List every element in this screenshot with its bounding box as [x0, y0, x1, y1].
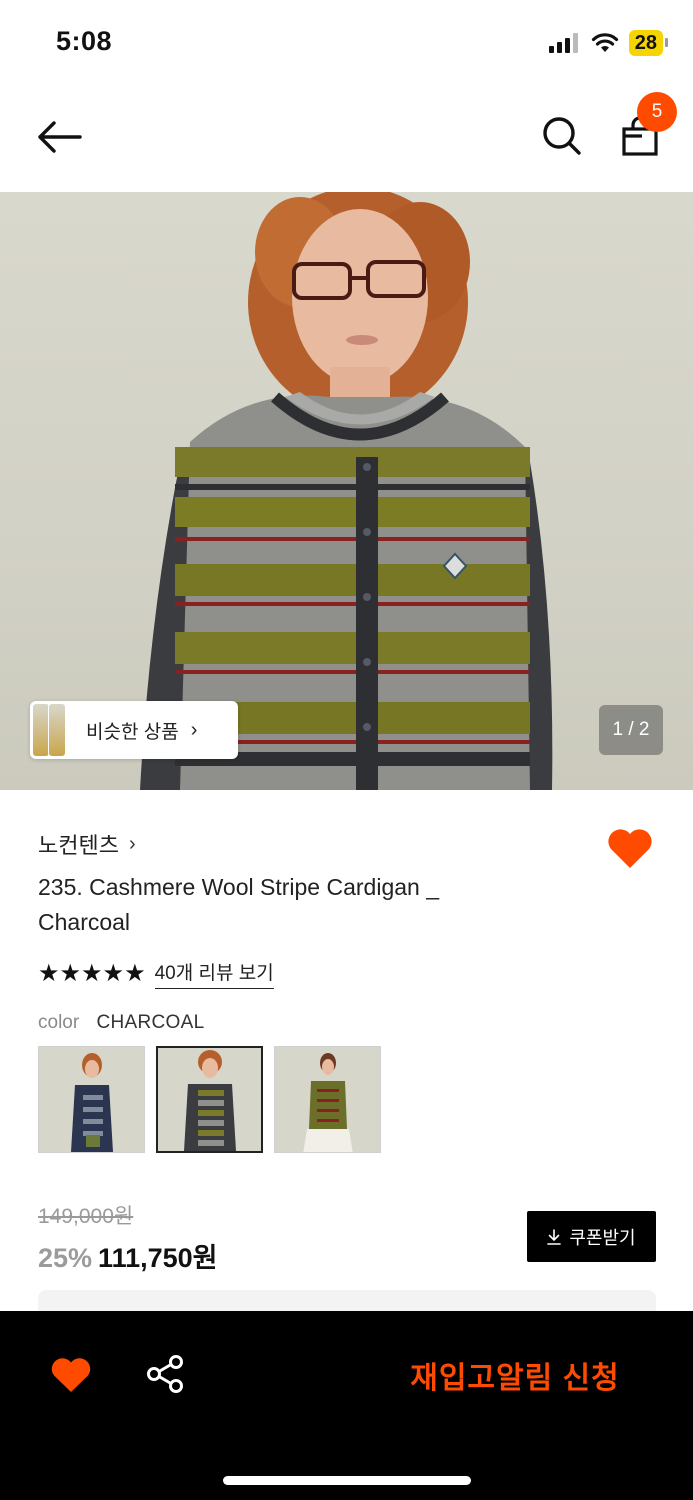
back-arrow-icon [38, 121, 82, 153]
status-time: 5:08 [56, 26, 113, 56]
similar-products-label: 비슷한 상품 [86, 721, 179, 743]
cart-count-badge: 5 [637, 92, 677, 132]
similar-thumbnails [30, 701, 68, 759]
back-button[interactable] [34, 112, 84, 162]
heart-icon[interactable] [50, 1356, 92, 1394]
star-icon: ★ [38, 960, 59, 987]
download-icon [547, 1228, 562, 1245]
search-button[interactable] [538, 112, 586, 160]
brand-link[interactable]: 노컨텐츠 › [38, 828, 136, 860]
color-swatches [38, 1046, 381, 1153]
rating-stars: ★ ★ ★ ★ ★ [38, 959, 146, 988]
price-row: 25% 111,750원 [38, 1236, 218, 1275]
battery-icon: 28 [628, 30, 669, 56]
star-icon: ★ [124, 960, 145, 987]
similar-products-button[interactable]: 비슷한 상품 › [30, 701, 238, 759]
color-row: color CHARCOAL [38, 1012, 204, 1034]
top-nav [0, 84, 693, 192]
star-icon: ★ [102, 960, 124, 987]
status-icons: 28 [548, 30, 669, 56]
chevron-right-icon: › [128, 832, 136, 855]
original-price: 149,000원 [38, 1205, 134, 1228]
color-swatch-navy[interactable] [38, 1046, 145, 1153]
color-value: CHARCOAL [96, 1012, 205, 1033]
color-label: color [38, 1012, 80, 1033]
discount-rate: 25% [38, 1243, 93, 1273]
signal-icon [548, 33, 578, 53]
color-swatch-charcoal[interactable] [156, 1046, 263, 1153]
coupon-button[interactable]: 쿠폰받기 [527, 1211, 656, 1262]
status-bar: 5:08 28 [0, 0, 693, 84]
product-title: 235. Cashmere Wool Stripe Cardigan _ Cha… [38, 874, 440, 935]
brand-name: 노컨텐츠 [38, 833, 119, 858]
home-indicator[interactable] [223, 1476, 471, 1485]
color-swatch-olive[interactable] [274, 1046, 381, 1153]
wifi-icon [591, 33, 618, 52]
restock-alert-button[interactable]: 재입고알림 신청 [380, 1350, 650, 1400]
coupon-label: 쿠폰받기 [569, 1227, 636, 1248]
image-page-indicator: 1 / 2 [599, 705, 663, 755]
rating-row: ★ ★ ★ ★ ★ 40개 리뷰 보기 [38, 958, 274, 989]
search-icon [543, 117, 581, 155]
star-icon: ★ [81, 960, 102, 987]
reviews-link[interactable]: 40개 리뷰 보기 [154, 958, 274, 989]
bottom-action-bar [0, 1311, 693, 1500]
star-icon: ★ [59, 960, 81, 987]
share-icon[interactable] [146, 1354, 184, 1394]
sale-price: 111,750원 [98, 1243, 218, 1273]
chevron-right-icon: › [190, 718, 198, 741]
wishlist-heart-icon[interactable] [606, 826, 654, 870]
